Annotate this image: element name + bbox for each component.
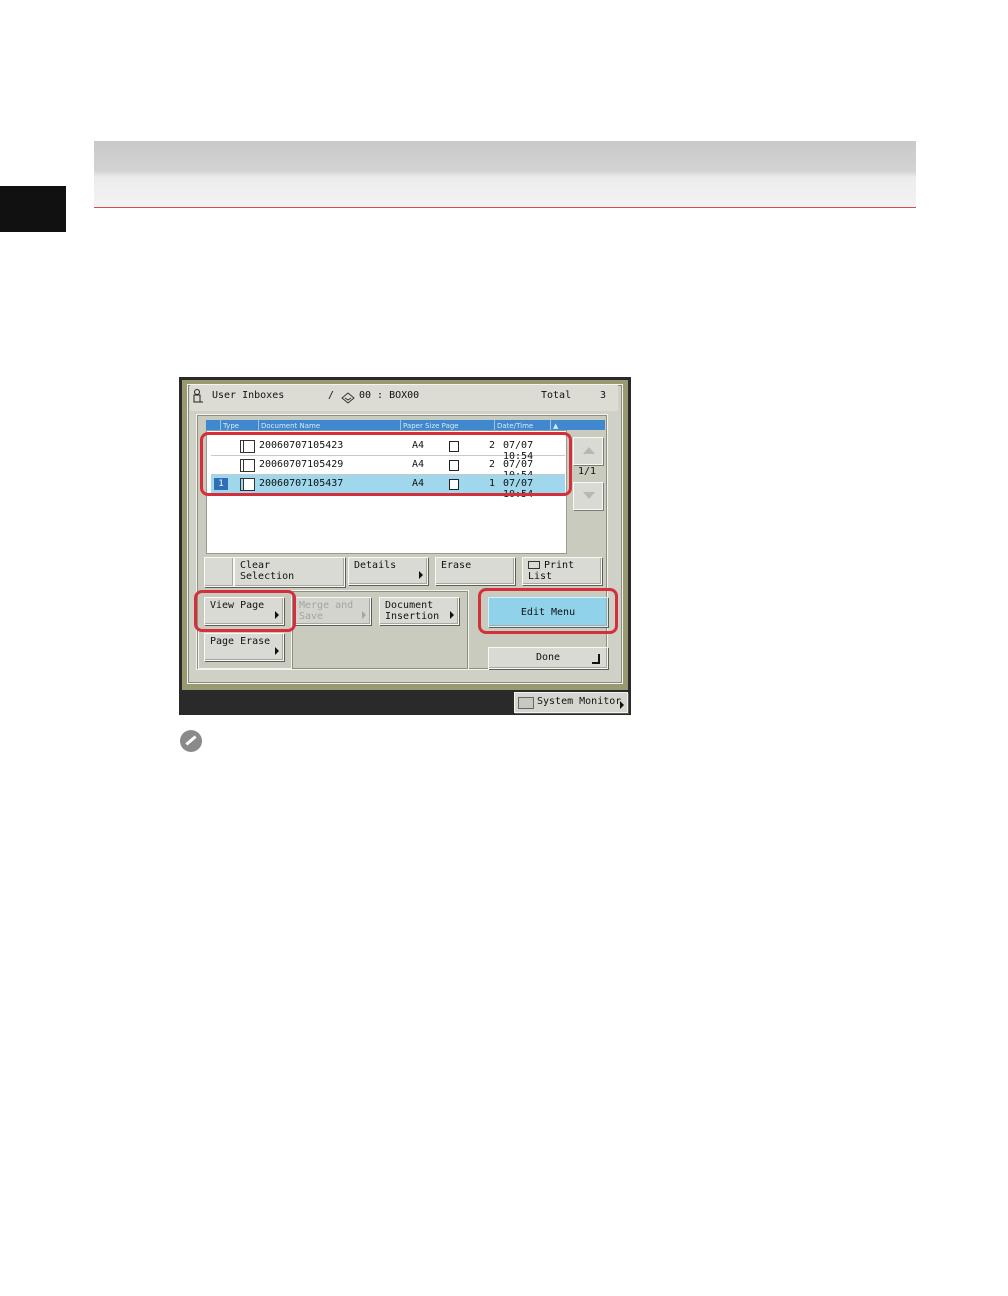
column-page: Page bbox=[441, 422, 459, 430]
total-label: Total bbox=[541, 390, 572, 401]
column-paper-size-page[interactable]: Paper Size Page bbox=[400, 420, 495, 430]
print-list-button[interactable]: Print List bbox=[522, 557, 602, 585]
chapter-tab bbox=[0, 186, 66, 232]
merge-and-save-label: Merge and Save bbox=[299, 600, 354, 622]
arrow-up-icon bbox=[583, 447, 595, 454]
section-header-band bbox=[94, 141, 916, 207]
details-label: Details bbox=[354, 560, 397, 571]
inbox-title: User Inboxes bbox=[212, 390, 285, 401]
user-inbox-icon bbox=[193, 388, 203, 403]
arrow-down-icon bbox=[583, 492, 595, 499]
arrow-right-icon bbox=[450, 611, 454, 619]
arrow-right-icon bbox=[362, 611, 366, 619]
column-date-time[interactable]: Date/Time bbox=[494, 420, 551, 430]
clear-selection-checkbox[interactable] bbox=[204, 557, 234, 587]
note-pencil-icon bbox=[180, 730, 202, 752]
arrow-right-icon bbox=[275, 647, 279, 655]
arrow-right-icon bbox=[419, 571, 423, 579]
highlight-edit-menu bbox=[478, 588, 618, 634]
clear-selection-button[interactable]: Clear Selection bbox=[234, 557, 345, 587]
column-paper-size: Paper Size bbox=[403, 422, 440, 430]
clear-selection-label: Clear Selection bbox=[240, 560, 295, 582]
erase-label: Erase bbox=[441, 560, 472, 571]
page-indicator: 1/1 bbox=[578, 466, 597, 477]
header-rule bbox=[94, 207, 916, 208]
arrow-right-icon bbox=[620, 701, 624, 709]
scroll-down-button[interactable] bbox=[573, 482, 603, 510]
done-button[interactable]: Done bbox=[488, 647, 608, 669]
list-column-header: Type Document Name Paper Size Page Date/… bbox=[206, 420, 605, 430]
document-insertion-button[interactable]: Document Insertion bbox=[379, 597, 459, 625]
box-label: 00 : BOX00 bbox=[359, 390, 420, 401]
column-type[interactable]: Type bbox=[220, 420, 259, 430]
page-erase-label: Page Erase bbox=[210, 636, 271, 647]
document-insertion-label: Document Insertion bbox=[385, 600, 440, 622]
box-icon bbox=[341, 389, 355, 404]
erase-button[interactable]: Erase bbox=[435, 557, 515, 585]
scroll-up-button[interactable] bbox=[573, 437, 603, 465]
merge-and-save-button[interactable]: Merge and Save bbox=[293, 597, 371, 625]
enter-icon bbox=[592, 654, 600, 664]
system-monitor-label: System Monitor bbox=[537, 696, 622, 707]
details-button[interactable]: Details bbox=[348, 557, 428, 585]
column-document-name[interactable]: Document Name bbox=[258, 420, 401, 430]
highlight-document-list bbox=[200, 432, 572, 496]
printer-icon bbox=[528, 561, 540, 569]
path-separator: / bbox=[328, 390, 335, 401]
done-label: Done bbox=[535, 652, 561, 663]
total-value: 3 bbox=[600, 390, 607, 401]
highlight-view-page bbox=[194, 590, 296, 632]
column-sort-indicator: ▲ bbox=[550, 420, 565, 430]
page-erase-button[interactable]: Page Erase bbox=[204, 633, 284, 661]
monitor-icon bbox=[518, 697, 534, 709]
